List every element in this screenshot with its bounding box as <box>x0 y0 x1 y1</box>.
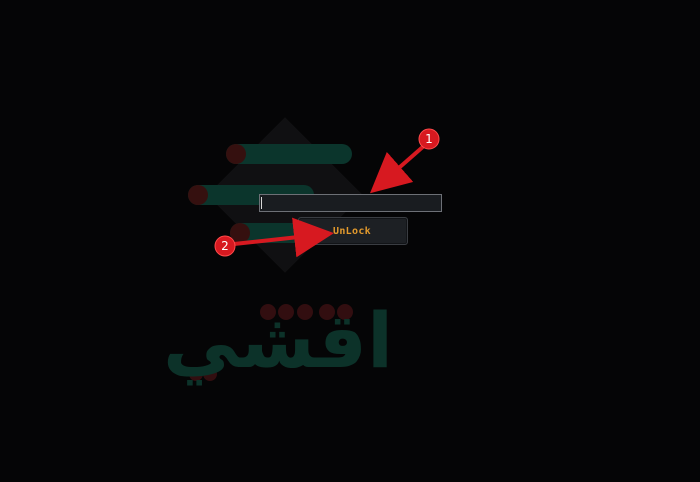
annotation-number-1: 1 <box>425 132 433 146</box>
watermark-text: اقشي <box>163 296 393 386</box>
unlock-button[interactable]: UnLock <box>298 217 408 245</box>
unlock-button-label: UnLock <box>333 225 371 237</box>
watermark-dot-2 <box>188 185 208 205</box>
annotation-marker-2 <box>214 235 236 257</box>
text-cursor <box>261 197 262 209</box>
annotation-arrow-1 <box>369 143 427 194</box>
annotation-marker-1 <box>418 128 440 150</box>
watermark-dots-row <box>189 304 353 381</box>
watermark-dot-1 <box>226 144 246 164</box>
password-input[interactable] <box>259 194 442 212</box>
watermark-dot-3 <box>230 223 250 243</box>
annotation-number-2: 2 <box>221 239 229 253</box>
lock-screen: اقشي UnLock 1 2 <box>0 0 700 482</box>
